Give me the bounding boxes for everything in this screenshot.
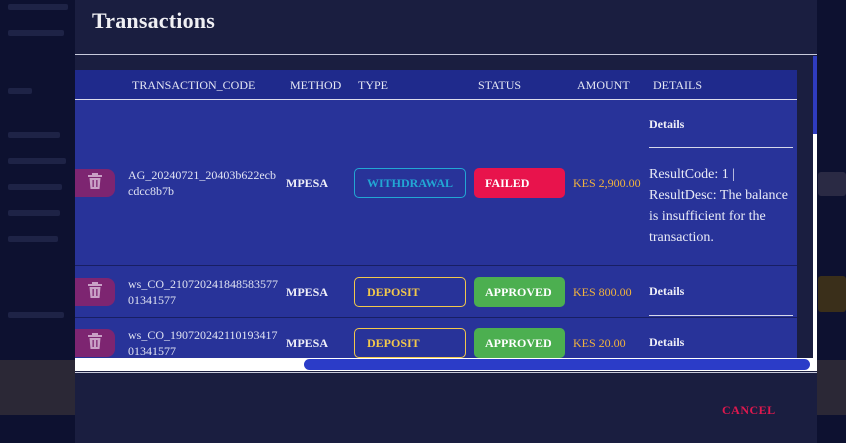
trash-icon: [87, 172, 103, 195]
method-value: MPESA: [286, 176, 328, 190]
status-badge: APPROVED: [474, 328, 565, 358]
background-button: [818, 276, 846, 312]
column-header-transaction-code: TRANSACTION_CODE: [132, 78, 256, 92]
delete-button[interactable]: [75, 329, 115, 357]
amount-value: KES 20.00: [573, 336, 626, 350]
vertical-scrollbar-thumb[interactable]: [813, 56, 817, 134]
type-badge: WITHDRAWAL: [354, 168, 466, 198]
details-label: Details: [649, 335, 685, 349]
transactions-table: TRANSACTION_CODE METHOD TYPE STATUS AMOU…: [75, 70, 797, 358]
delete-button[interactable]: [75, 169, 115, 197]
transaction-code: ws_CO_21072024184858357701341577: [128, 277, 279, 307]
background-text: [8, 210, 60, 216]
horizontal-scrollbar-thumb[interactable]: [304, 359, 810, 370]
transaction-code: ws_CO_19072024211019341701341577: [128, 328, 278, 358]
background-text: [8, 184, 62, 190]
details-label: Details: [649, 284, 685, 298]
table-row: AG_20240721_20403b622ecbcdcc8b7b MPESA W…: [75, 101, 797, 266]
details-divider: [649, 147, 793, 148]
footer-divider: [75, 372, 817, 373]
column-header-method: METHOD: [290, 78, 342, 92]
details-divider: [649, 315, 793, 316]
background-text: [8, 30, 64, 36]
column-header-type: TYPE: [358, 78, 388, 92]
background-text: [8, 312, 64, 318]
modal-title: Transactions: [92, 8, 216, 33]
background-input: [818, 172, 846, 196]
header-divider: [75, 54, 817, 55]
column-header-status: STATUS: [478, 78, 522, 92]
transactions-modal: Transactions TRANSACTION_CODE METHOD TYP…: [75, 0, 817, 443]
details-label: Details: [649, 117, 685, 131]
background-text: [8, 88, 32, 94]
transaction-code: AG_20240721_20403b622ecbcdcc8b7b: [128, 168, 276, 198]
table-row: ws_CO_19072024211019341701341577 MPESA D…: [75, 319, 797, 358]
table-header: TRANSACTION_CODE METHOD TYPE STATUS AMOU…: [75, 70, 797, 100]
status-badge: APPROVED: [474, 277, 565, 307]
method-value: MPESA: [286, 285, 328, 299]
background-text: [8, 132, 60, 138]
background-text: [8, 4, 68, 10]
background-text: [8, 158, 66, 164]
type-badge: DEPOSIT: [354, 328, 466, 358]
column-header-amount: AMOUNT: [577, 78, 630, 92]
column-header-details: DETAILS: [653, 78, 703, 92]
type-badge: DEPOSIT: [354, 277, 466, 307]
background-text: [8, 236, 58, 242]
delete-button[interactable]: [75, 278, 115, 306]
trash-icon: [87, 281, 103, 304]
trash-icon: [87, 332, 103, 355]
amount-value: KES 800.00: [573, 285, 632, 299]
table-row: ws_CO_21072024184858357701341577 MPESA D…: [75, 267, 797, 318]
details-text: ResultCode: 1 | ResultDesc: The balance …: [649, 167, 788, 245]
status-badge: FAILED: [474, 168, 565, 198]
method-value: MPESA: [286, 336, 328, 350]
cancel-button[interactable]: CANCEL: [722, 403, 776, 418]
amount-value: KES 2,900.00: [573, 176, 641, 190]
